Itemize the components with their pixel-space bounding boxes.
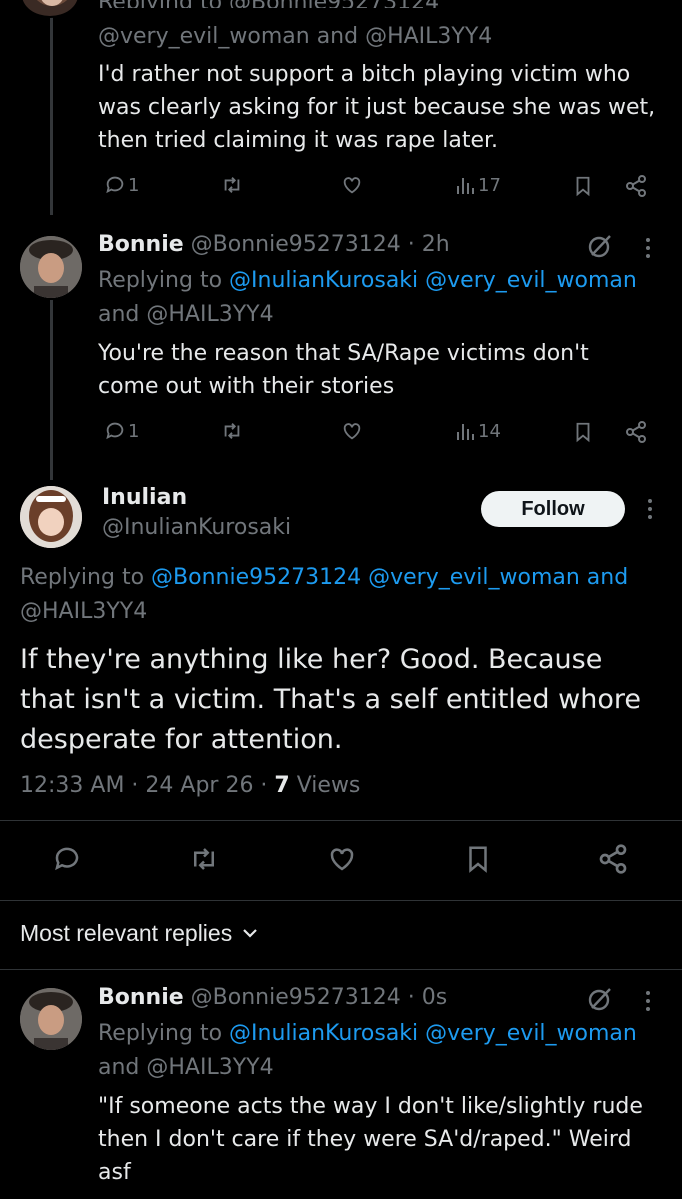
- reply-icon: [52, 844, 82, 874]
- share-icon: [624, 174, 648, 198]
- tweet3-mentions-line2[interactable]: and @HAIL3YY4: [98, 1051, 274, 1085]
- like-icon: [340, 420, 364, 442]
- tweet2-body: You're the reason that SA/Rape victims d…: [98, 341, 589, 399]
- views-count: 7: [274, 773, 290, 798]
- share-button[interactable]: [622, 420, 648, 444]
- tweet3-header: Bonnie @Bonnie95273124 · 0s: [98, 981, 447, 1015]
- avatar-bonnie[interactable]: [20, 236, 82, 298]
- like-button[interactable]: [326, 844, 358, 874]
- like-icon: [326, 844, 358, 874]
- main-handle[interactable]: @InulianKurosaki: [102, 512, 291, 544]
- tweet2-mentions[interactable]: @InulianKurosaki @very_evil_woman: [229, 268, 637, 293]
- reply-button[interactable]: 1: [102, 174, 139, 196]
- main-timestamp: 12:33 AM · 24 Apr 26 · 7 Views: [20, 773, 361, 798]
- bookmark-icon: [572, 420, 594, 444]
- divider-mid: [0, 900, 682, 901]
- avatar-bonnie-reply[interactable]: [20, 988, 82, 1050]
- main-body: If they're anything like her? Good. Beca…: [20, 644, 641, 755]
- views-button[interactable]: 17: [454, 174, 501, 196]
- retweet-icon: [188, 844, 220, 874]
- reply-icon: [104, 420, 126, 442]
- grok-icon[interactable]: [586, 985, 614, 1013]
- main-mentions[interactable]: @Bonnie95273124 @very_evil_woman and: [151, 565, 628, 590]
- more-icon[interactable]: [644, 989, 652, 1013]
- retweet-icon: [220, 420, 244, 442]
- share-icon: [597, 843, 629, 875]
- tweet2-actions: 1 14: [98, 420, 658, 450]
- tweet3-name[interactable]: Bonnie: [98, 985, 184, 1010]
- tweet1-mentions[interactable]: @very_evil_woman and @HAIL3YY4: [98, 20, 492, 54]
- tweet1-replying-cut: Replying to @Bonnie95273124: [98, 0, 439, 8]
- follow-button[interactable]: Follow: [481, 491, 625, 527]
- main-actions: [0, 840, 682, 880]
- bookmark-icon: [463, 843, 493, 875]
- bookmark-button[interactable]: [570, 174, 594, 198]
- more-icon[interactable]: [644, 236, 652, 260]
- tweet2-header: Bonnie @Bonnie95273124 · 2h: [98, 228, 450, 262]
- chevron-down-icon: [242, 927, 258, 939]
- share-button[interactable]: [597, 843, 629, 875]
- tweet3-handle[interactable]: @Bonnie95273124: [191, 985, 401, 1010]
- sort-replies-button[interactable]: Most relevant replies: [20, 916, 258, 950]
- tweet2-time[interactable]: · 2h: [408, 232, 450, 257]
- avatar-inulian[interactable]: [20, 486, 82, 548]
- tweet2-name[interactable]: Bonnie: [98, 232, 184, 257]
- views-icon: [456, 420, 476, 442]
- like-button[interactable]: [338, 420, 364, 442]
- like-icon: [340, 174, 364, 196]
- thread-line-mid: [50, 300, 53, 480]
- main-replying: Replying to @Bonnie95273124 @very_evil_w…: [20, 565, 629, 590]
- share-button[interactable]: [622, 174, 648, 198]
- grok-icon[interactable]: [586, 232, 614, 260]
- more-icon[interactable]: [646, 497, 654, 521]
- reply-button[interactable]: [52, 844, 82, 874]
- avatar-inulian-top[interactable]: [20, 0, 80, 18]
- bookmark-button[interactable]: [463, 843, 493, 875]
- retweet-button[interactable]: [218, 174, 244, 196]
- tweet1-body: I'd rather not support a bitch playing v…: [98, 62, 656, 153]
- tweet2-mentions-line2[interactable]: and @HAIL3YY4: [98, 298, 274, 332]
- main-name[interactable]: Inulian: [102, 482, 187, 514]
- retweet-button[interactable]: [188, 844, 220, 874]
- tweet2-replying: Replying to @InulianKurosaki @very_evil_…: [98, 268, 637, 293]
- retweet-button[interactable]: [218, 420, 244, 442]
- reply-icon: [104, 174, 126, 196]
- tweet3-mentions[interactable]: @InulianKurosaki @very_evil_woman: [229, 1021, 637, 1046]
- retweet-icon: [220, 174, 244, 196]
- thread-line-top: [50, 0, 53, 215]
- tweet3-time[interactable]: · 0s: [408, 985, 447, 1010]
- share-icon: [624, 420, 648, 444]
- tweet2-handle[interactable]: @Bonnie95273124: [191, 232, 401, 257]
- reply-button[interactable]: 1: [102, 420, 139, 442]
- divider-bottom: [0, 969, 682, 970]
- tweet3-replying: Replying to @InulianKurosaki @very_evil_…: [98, 1021, 637, 1046]
- bookmark-icon: [572, 174, 594, 198]
- tweet3-body: "If someone acts the way I don't like/sl…: [98, 1094, 643, 1185]
- views-icon: [456, 174, 476, 196]
- tweet1-actions: 1 17: [98, 174, 658, 204]
- views-button[interactable]: 14: [454, 420, 501, 442]
- divider-top: [0, 820, 682, 821]
- like-button[interactable]: [338, 174, 364, 196]
- bookmark-button[interactable]: [570, 420, 594, 444]
- main-mentions-line2[interactable]: @HAIL3YY4: [20, 595, 147, 629]
